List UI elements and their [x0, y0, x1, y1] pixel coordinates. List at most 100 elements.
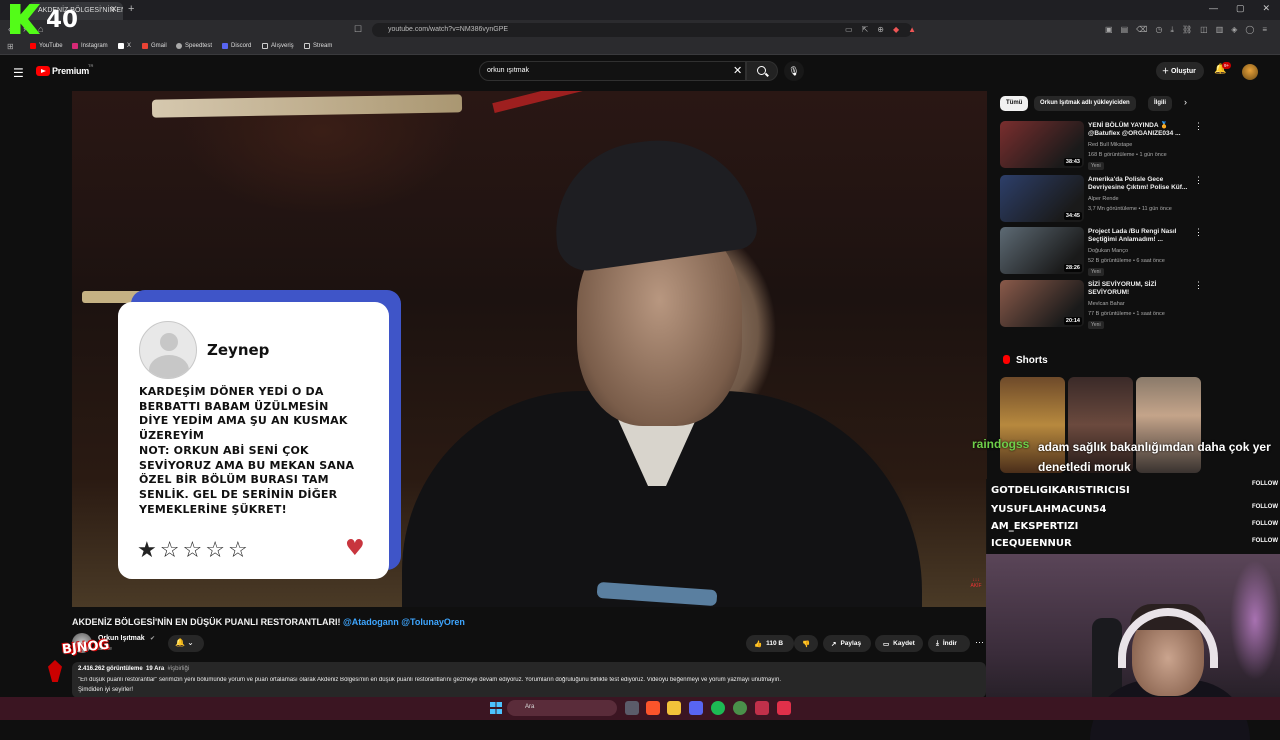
- bookmark-stream[interactable]: Stream: [304, 43, 332, 49]
- file-explorer-icon[interactable]: [667, 701, 681, 715]
- chrome-icon[interactable]: [733, 701, 747, 715]
- download-arrow-icon: ⤓: [936, 639, 939, 647]
- close-window-icon[interactable]: ✕: [1262, 3, 1270, 14]
- rec-thumbnail[interactable]: 20:14: [1000, 280, 1084, 327]
- screen-icon[interactable]: ▭: [845, 25, 853, 34]
- rec-more-icon[interactable]: ⋮: [1194, 280, 1203, 291]
- bookmark-icon[interactable]: ☐: [354, 24, 362, 35]
- clear-search-icon[interactable]: ✕: [733, 64, 742, 77]
- bjnog-logo-mark: [48, 660, 62, 682]
- save-button[interactable]: ▭ Kaydet: [875, 635, 923, 652]
- youtube-logo-icon[interactable]: [36, 66, 50, 76]
- rec-channel[interactable]: Mevlcan Bahar: [1088, 300, 1188, 309]
- follow-tag: FOLLOW: [1252, 538, 1278, 544]
- new-tab-icon[interactable]: +: [128, 3, 134, 15]
- kick-counter: 40: [46, 7, 79, 33]
- hamburger-menu-icon[interactable]: ☰: [13, 66, 24, 80]
- youtube-brand[interactable]: Premium: [52, 66, 89, 76]
- spotify-icon[interactable]: [711, 701, 725, 715]
- windows-start-icon[interactable]: [490, 702, 502, 714]
- zoom-icon[interactable]: ⊕: [877, 25, 884, 34]
- video-title: AKDENİZ BÖLGESİ'NİN EN DÜŞÜK PUANLI REST…: [72, 617, 465, 627]
- share-icon[interactable]: ⇱: [862, 25, 869, 34]
- profile-icon[interactable]: ◯: [1245, 25, 1254, 35]
- video-red-light: [492, 91, 592, 113]
- reviewer-name: Zeynep: [207, 341, 270, 359]
- follow-tag: FOLLOW: [1252, 504, 1278, 510]
- extension-icon[interactable]: ▣: [1105, 25, 1113, 35]
- rec-title[interactable]: Project Lada /Bu Rengi Nasıl Seçtiğimi A…: [1088, 228, 1188, 244]
- vpn-icon[interactable]: ◈: [1231, 25, 1237, 35]
- brave-icon[interactable]: [646, 701, 660, 715]
- rec-more-icon[interactable]: ⋮: [1194, 227, 1203, 238]
- folder-icon: [304, 43, 310, 49]
- sidebar-icon[interactable]: ◫: [1200, 25, 1208, 35]
- shield-icon[interactable]: ◆: [893, 25, 899, 34]
- task-view-icon[interactable]: [625, 701, 639, 715]
- chip-uploader[interactable]: Orkun Işıtmak adlı yükleyiciden: [1034, 96, 1136, 111]
- trash-icon[interactable]: ⌫: [1136, 25, 1147, 35]
- download-button[interactable]: ⤓ İndir: [928, 635, 970, 652]
- history-icon[interactable]: ◷: [1155, 25, 1162, 35]
- minimize-icon[interactable]: —: [1209, 3, 1218, 14]
- search-input[interactable]: orkun ışıtmak: [479, 61, 746, 81]
- bookmark-discord[interactable]: Discord: [222, 43, 251, 49]
- dislike-button[interactable]: 👎: [794, 635, 818, 652]
- home-icon[interactable]: ⌂: [38, 24, 43, 34]
- bookmark-youtube[interactable]: YouTube: [30, 43, 63, 49]
- bookmark-instagram[interactable]: Instagram: [72, 43, 108, 49]
- rec-channel[interactable]: Red Bull Mikstape: [1088, 141, 1188, 150]
- app-icon[interactable]: [755, 701, 769, 715]
- share-arrow-icon: ↗: [831, 640, 837, 648]
- rec-thumbnail[interactable]: 34:45: [1000, 175, 1084, 222]
- link-icon[interactable]: ⛓: [1182, 25, 1192, 35]
- taskbar-search[interactable]: Ara: [507, 700, 617, 716]
- chip-all[interactable]: Tümü: [1000, 96, 1029, 111]
- subscription-bell-button[interactable]: 🔔 ⌄: [168, 635, 204, 652]
- rec-thumbnail[interactable]: 28:26: [1000, 227, 1084, 274]
- rec-meta: 3,7 Mn görüntüleme • 11 gün önce: [1088, 206, 1172, 212]
- download-icon[interactable]: ⤓: [1170, 25, 1174, 35]
- star-empty-icon: ☆: [159, 538, 180, 563]
- rec-title[interactable]: YENİ BÖLÜM YAYINDA 🏅 @Batuflex @ORGANIZE…: [1088, 122, 1188, 138]
- title-tags[interactable]: @Atadogann @TolunayOren: [343, 617, 465, 627]
- chevron-right-icon[interactable]: ›: [1184, 97, 1187, 107]
- rec-title[interactable]: SİZİ SEVİYORUM, SİZİ SEVİYORUM!: [1088, 281, 1188, 297]
- like-button[interactable]: 👍 110 B: [746, 635, 794, 652]
- notification-badge: 9+: [1222, 62, 1232, 69]
- reader-icon[interactable]: ▤: [1121, 25, 1129, 35]
- video-corner-badge: ↓↓↓ AKİF: [970, 577, 982, 589]
- region-code: TR: [88, 63, 94, 68]
- rec-more-icon[interactable]: ⋮: [1194, 175, 1203, 186]
- create-button[interactable]: ＋ Oluştur: [1156, 62, 1204, 80]
- more-actions-icon[interactable]: ⋯: [975, 637, 984, 648]
- discord-icon[interactable]: [689, 701, 703, 715]
- warning-icon[interactable]: ▲: [908, 25, 916, 34]
- app-icon[interactable]: [777, 701, 791, 715]
- share-button[interactable]: ↗ Paylaş: [823, 635, 871, 652]
- bookmark-gmail[interactable]: Gmail: [142, 43, 167, 49]
- bookmark-x[interactable]: X: [118, 43, 131, 49]
- microphone-icon[interactable]: 🎙: [784, 61, 804, 81]
- tab-close-icon[interactable]: ✕: [110, 4, 118, 15]
- wallet-icon[interactable]: ▥: [1216, 25, 1224, 35]
- bookmark-speedtest[interactable]: Speedtest: [176, 43, 212, 49]
- rec-new-badge: Yeni: [1088, 321, 1104, 329]
- rec-channel[interactable]: Doğukan Manço: [1088, 247, 1188, 256]
- heart-icon: ♥: [345, 536, 365, 561]
- menu-icon[interactable]: ≡: [1262, 25, 1267, 35]
- rec-meta: 77 B görüntüleme • 1 saat önce: [1088, 311, 1165, 317]
- review-text: KARDEŞİM DÖNER YEDİ O DA BERBATTI BABAM …: [139, 385, 355, 516]
- maximize-icon[interactable]: ▢: [1236, 3, 1245, 14]
- rec-more-icon[interactable]: ⋮: [1194, 121, 1203, 132]
- account-avatar[interactable]: [1242, 64, 1258, 80]
- rec-thumbnail[interactable]: 38:43: [1000, 121, 1084, 168]
- search-button[interactable]: [746, 61, 778, 81]
- rec-channel[interactable]: Alper Rende: [1088, 195, 1188, 204]
- bookmark-shopping[interactable]: Alışveriş: [262, 43, 294, 49]
- rec-title[interactable]: Amerika'da Polisle Gece Devriyesine Çıkt…: [1088, 176, 1188, 192]
- chip-related[interactable]: İlgili: [1148, 96, 1172, 111]
- window-controls: — ▢ ✕: [1209, 3, 1270, 14]
- url-field[interactable]: youtube.com/watch?v=NM386vynGPE: [372, 23, 912, 37]
- apps-icon[interactable]: ⊞: [7, 42, 14, 51]
